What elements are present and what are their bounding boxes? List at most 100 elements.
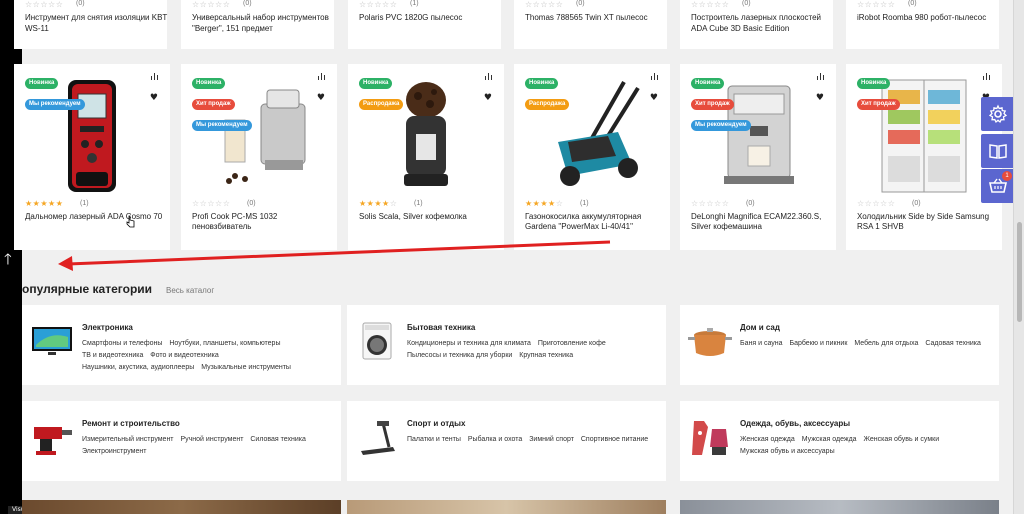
category-card[interactable]: Одежда, обувь, аксессуары Женская одежда … [680,401,999,481]
compare-icon[interactable] [651,73,658,80]
category-link[interactable]: Женская обувь и сумки [864,436,940,443]
category-link[interactable]: Силовая техника [250,436,306,443]
product-card[interactable]: Новинка Распродажа ♥ ★★★★☆ (1) Газонокосилка … [514,64,670,250]
rating-count: (0) [912,200,921,207]
banner-image[interactable] [680,500,999,514]
category-link[interactable]: ТВ и видеотехника [82,352,143,359]
product-name[interactable]: Polaris PVC 1820G пылесос [359,12,504,23]
product-name[interactable]: iRobot Roomba 980 робот-пылесос [857,12,1002,23]
category-card[interactable]: Спорт и отдых Палатки и тенты Рыбалка и о… [347,401,666,481]
category-link[interactable]: Мужская обувь и аксессуары [740,448,835,455]
product-name[interactable]: DeLonghi Magnifica ECAM22.360.S, Silver … [691,212,831,232]
badge-sale: Распродажа [359,99,404,110]
scroll-up-arrow-icon[interactable]: 🡑 [4,252,12,267]
product-name[interactable]: Profi Cook PC-MS 1032 пеновзбиватель [192,212,332,232]
category-link[interactable]: Палатки и тенты [407,436,461,443]
product-card[interactable]: ☆☆☆☆☆ (0) Инструмент для снятия изоляции K… [14,0,167,49]
product-name[interactable]: Холодильник Side by Side Samsung RSA 1 S… [857,212,997,232]
product-name[interactable]: Газонокосилка аккумуляторная Gardena "Po… [525,212,665,232]
product-name[interactable]: Дальномер лазерный ADA Cosmo 70 [25,212,165,222]
compare-icon[interactable] [983,73,990,80]
category-title[interactable]: Дом и сад [740,323,780,332]
category-link[interactable]: Ноутбуки, планшеты, компьютеры [169,340,280,347]
product-card[interactable]: НовинкаХит продаж♥☆☆☆☆☆(0)Холодильник Si… [846,64,1002,250]
category-link[interactable]: Наушники, акустика, аудиоплееры [82,364,194,371]
category-link[interactable]: Зимний спорт [529,436,574,443]
product-card[interactable]: ☆☆☆☆☆ (0) Thomas 788565 Twin XT пылесос [514,0,667,49]
product-name[interactable]: Solis Scala, Silver кофемолка [359,212,499,222]
category-link[interactable]: Рыбалка и охота [468,436,522,443]
rating-stars: ☆☆☆☆☆ [857,199,896,208]
banner-image[interactable] [22,500,341,514]
washing-machine-icon[interactable] [355,321,399,361]
product-name[interactable]: Thomas 788565 Twin XT пылесос [525,12,670,23]
heart-icon[interactable]: ♥ [317,94,325,103]
category-link[interactable]: Спортивное питание [581,436,648,443]
page-scrollbar[interactable] [1013,0,1024,514]
product-card[interactable]: ☆☆☆☆☆ (0) iRobot Roomba 980 робот-пылесос [846,0,999,49]
settings-button[interactable] [981,97,1015,131]
compare-icon[interactable] [485,73,492,80]
clothes-icon[interactable] [688,417,732,457]
category-link[interactable]: Приготовление кофе [538,340,606,347]
tv-icon[interactable] [30,321,74,361]
compare-icon[interactable] [817,73,824,80]
rating-stars: ☆☆☆☆☆ [691,0,730,9]
category-link[interactable]: Ручной инструмент [180,436,243,443]
category-link[interactable]: Музыкальные инструменты [201,364,291,371]
category-card[interactable]: Электроника Смартфоны и телефоны Ноутбуки… [22,305,341,385]
category-link[interactable]: Мужская одежда [802,436,857,443]
category-title[interactable]: Ремонт и строительство [82,419,180,428]
badge-group: Новинка Распродажа [525,71,570,113]
category-link[interactable]: Мебель для отдыха [854,340,918,347]
heart-icon[interactable]: ♥ [484,94,492,103]
cart-button[interactable]: 1 [981,169,1015,203]
heart-icon[interactable]: ♥ [650,94,658,103]
treadmill-icon[interactable] [355,417,399,457]
product-card[interactable]: ☆☆☆☆☆ (0) Универсальный набор инструментов… [181,0,334,49]
product-card[interactable]: Новинка Хит продаж Мы рекомендуем ♥ ☆☆☆☆☆ (0)… [680,64,836,250]
compare-icon[interactable] [151,73,158,80]
category-card[interactable]: Ремонт и строительство Измерительный инст… [22,401,341,481]
product-card[interactable]: Новинка Мы рекомендуем ♥ ★★★★★ (1) Дальномер … [14,64,170,250]
banner-image[interactable] [347,500,666,514]
heart-icon[interactable]: ♥ [150,94,158,103]
category-link[interactable]: Фото и видеотехника [150,352,218,359]
pot-icon[interactable] [688,321,732,361]
product-card[interactable]: Новинка Распродажа ♥ ★★★★☆ (1) Solis Scala, S… [348,64,504,250]
category-card[interactable]: Бытовая техника Кондиционеры и техника дл… [347,305,666,385]
category-link[interactable]: Электроинструмент [82,448,146,455]
rating-stars: ☆☆☆☆☆ [857,0,896,9]
product-card[interactable]: ☆☆☆☆☆ (1) Polaris PVC 1820G пылесос [348,0,501,49]
product-name[interactable]: Универсальный набор инструментов "Berger… [192,12,337,34]
all-catalog-link[interactable]: Весь каталог [166,286,214,295]
category-link[interactable]: Барбекю и пикник [789,340,847,347]
product-name[interactable]: Построитель лазерных плоскостей ADA Cube… [691,12,836,34]
badge-sale: Распродажа [525,99,570,110]
category-link[interactable]: Женская одежда [740,436,795,443]
product-card[interactable]: ☆☆☆☆☆ (0) Построитель лазерных плоскостей … [680,0,833,49]
compare-icon[interactable] [318,73,325,80]
category-link[interactable]: Кондиционеры и техника для климата [407,340,531,347]
catalog-book-button[interactable] [981,134,1015,168]
category-link[interactable]: Смартфоны и телефоны [82,340,162,347]
category-title[interactable]: Одежда, обувь, аксессуары [740,419,850,428]
product-card[interactable]: Новинка Хит продаж Мы рекомендуем ♥ ☆☆☆☆☆ (0)… [181,64,337,250]
drill-icon[interactable] [30,417,74,457]
rating-count: (1) [410,0,419,7]
category-link[interactable]: Измерительный инструмент [82,436,174,443]
category-link[interactable]: Садовая техника [925,340,981,347]
category-title[interactable]: Бытовая техника [407,323,475,332]
category-card[interactable]: Дом и сад Баня и сауна Барбекю и пикник М… [680,305,999,385]
category-link[interactable]: Крупная техника [519,352,573,359]
category-title[interactable]: Электроника [82,323,133,332]
category-link[interactable]: Пылесосы и техника для уборки [407,352,512,359]
badge-rec: Мы рекомендуем [192,120,252,131]
category-link[interactable]: Баня и сауна [740,340,783,347]
category-title[interactable]: Спорт и отдых [407,419,465,428]
heart-icon[interactable]: ♥ [816,94,824,103]
badge-new: Новинка [525,78,559,89]
scrollbar-thumb[interactable] [1017,222,1022,322]
category-links: Баня и сауна Барбекю и пикник Мебель для… [740,338,995,350]
product-name[interactable]: Инструмент для снятия изоляции KBT WS-11 [25,12,170,34]
